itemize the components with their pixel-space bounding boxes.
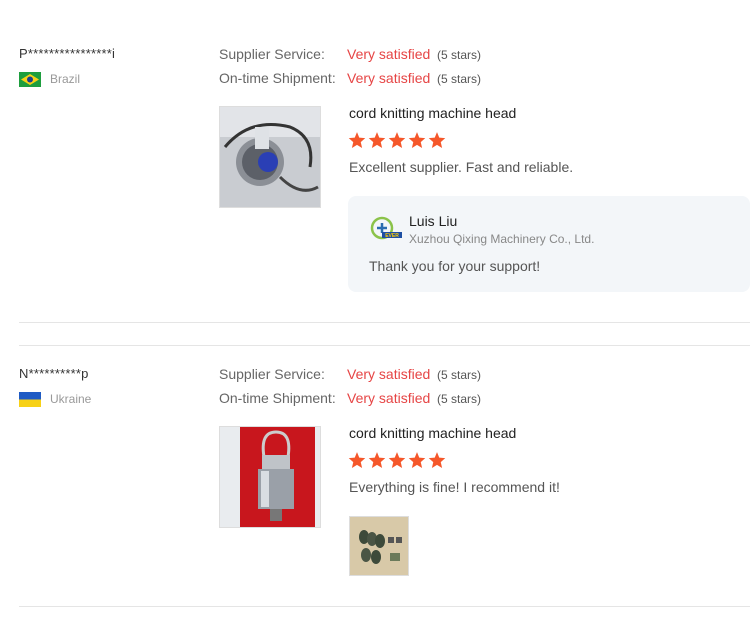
review-photo[interactable] xyxy=(349,516,409,576)
reply-author: Luis Liu xyxy=(409,213,458,229)
ontime-shipment-label: On-time Shipment: xyxy=(219,70,336,86)
supplier-reply: EVER Luis Liu Xuzhou Qixing Machinery Co… xyxy=(348,196,750,292)
star-icon xyxy=(348,451,366,469)
star-icon xyxy=(428,131,446,149)
product-image[interactable] xyxy=(219,106,321,208)
buyer-country: Ukraine xyxy=(50,392,92,406)
rating-stars xyxy=(348,131,448,154)
buyer-name: P****************i xyxy=(19,46,116,61)
reply-company: Xuzhou Qixing Machinery Co., Ltd. xyxy=(409,232,595,246)
star-icon xyxy=(368,451,386,469)
rating-stars xyxy=(348,451,448,474)
product-title[interactable]: cord knitting machine head xyxy=(349,105,516,121)
review-comment: Excellent supplier. Fast and reliable. xyxy=(349,159,574,175)
supplier-service-label: Supplier Service: xyxy=(219,46,325,62)
ontime-shipment-stars: (5 stars) xyxy=(437,392,482,406)
star-icon xyxy=(388,451,406,469)
ukraine-flag-icon xyxy=(19,392,41,407)
supplier-service-value: Very satisfied xyxy=(347,46,431,62)
star-icon xyxy=(408,451,426,469)
star-icon xyxy=(388,131,406,149)
star-icon xyxy=(348,131,366,149)
company-logo-icon: EVER xyxy=(368,216,402,242)
buyer-name: N**********p xyxy=(19,366,89,381)
svg-text:EVER: EVER xyxy=(385,233,399,239)
product-title[interactable]: cord knitting machine head xyxy=(349,425,516,441)
supplier-service-stars: (5 stars) xyxy=(437,48,482,62)
ontime-shipment-label: On-time Shipment: xyxy=(219,390,336,406)
review-divider xyxy=(19,322,750,323)
ontime-shipment-stars: (5 stars) xyxy=(437,72,482,86)
supplier-service-label: Supplier Service: xyxy=(219,366,325,382)
supplier-service-stars: (5 stars) xyxy=(437,368,482,382)
buyer-country: Brazil xyxy=(50,72,81,86)
supplier-service-value: Very satisfied xyxy=(347,366,431,382)
product-image[interactable] xyxy=(219,426,321,528)
star-icon xyxy=(368,131,386,149)
reply-text: Thank you for your support! xyxy=(369,258,541,274)
ontime-shipment-value: Very satisfied xyxy=(347,390,431,406)
review-comment: Everything is fine! I recommend it! xyxy=(349,479,560,495)
ontime-shipment-value: Very satisfied xyxy=(347,70,431,86)
review-divider xyxy=(19,606,750,607)
brazil-flag-icon xyxy=(19,72,41,87)
star-icon xyxy=(408,131,426,149)
review-divider xyxy=(19,345,750,346)
star-icon xyxy=(428,451,446,469)
